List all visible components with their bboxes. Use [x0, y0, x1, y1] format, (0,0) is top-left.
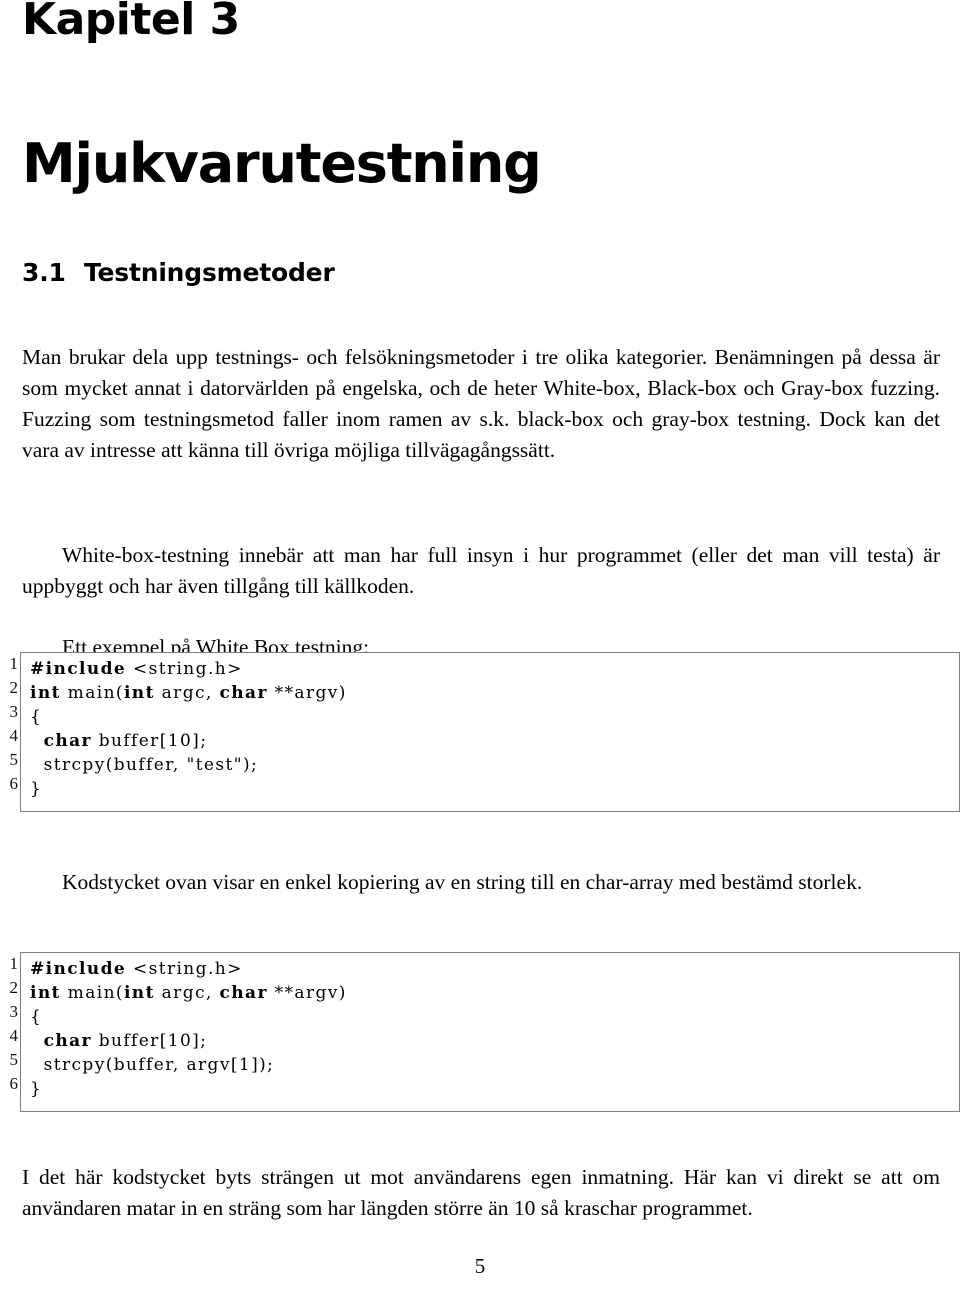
code-line-number: 2 — [9, 678, 19, 697]
code-line: { — [30, 1007, 43, 1027]
code-block: #include <string.h> int main(int argc, ch… — [20, 652, 960, 812]
code-line-number: 2 — [9, 978, 19, 997]
code-line: #include <string.h> — [30, 659, 243, 679]
code-line-number: 6 — [9, 774, 19, 793]
code-line-number: 1 — [9, 654, 19, 673]
code-line: strcpy(buffer, "test"); — [30, 755, 259, 775]
code-line: } — [30, 1079, 43, 1099]
section-title: Testningsmetoder — [84, 258, 335, 287]
code-line: int main(int argc, char **argv) — [30, 683, 347, 703]
code-line-number: 1 — [9, 954, 19, 973]
code-line: int main(int argc, char **argv) — [30, 983, 347, 1003]
code-line-number: 3 — [9, 1002, 19, 1021]
paragraph-crash-explanation: I det här kodstycket byts strängen ut mo… — [22, 1164, 940, 1220]
code-line: strcpy(buffer, argv[1]); — [30, 1055, 275, 1075]
chapter-title: Mjukvarutestning — [22, 132, 542, 196]
code-line: char buffer[10]; — [43, 731, 208, 751]
code-line: { — [30, 707, 43, 727]
code-listing-1: 1 2 3 4 5 6 #include <string.h> int main(int a… — [0, 652, 960, 812]
paragraph-testing-methods: Man brukar dela upp testnings- och felsö… — [22, 344, 940, 462]
document-page: Kapitel 3 Mjukvarutestning 3.1 Testningsm… — [0, 0, 960, 1298]
code-line-number: 4 — [9, 726, 19, 745]
code-line-number: 3 — [9, 702, 19, 721]
line-number-gutter: 1 2 3 4 5 6 — [0, 652, 20, 812]
code-line: } — [30, 779, 43, 799]
code-line: char buffer[10]; — [43, 1031, 208, 1051]
code-line-number: 5 — [9, 750, 19, 769]
chapter-label: Kapitel 3 — [22, 0, 240, 45]
code-line-number: 4 — [9, 1026, 19, 1045]
paragraph-white-box-definition: White-box-testning innebär att man har f… — [22, 542, 940, 598]
paragraph-kodstycket-explanation: Kodstycket ovan visar en enkel kopiering… — [62, 869, 863, 894]
section-number: 3.1 — [22, 258, 66, 287]
code-line-number: 6 — [9, 1074, 19, 1093]
code-line-number: 5 — [9, 1050, 19, 1069]
page-number: 5 — [474, 1254, 486, 1278]
section-heading: 3.1 Testningsmetoder — [22, 258, 335, 287]
code-line: #include <string.h> — [30, 959, 243, 979]
code-listing-2: 1 2 3 4 5 6 #include <string.h> int main(int a… — [0, 952, 960, 1112]
line-number-gutter: 1 2 3 4 5 6 — [0, 952, 20, 1112]
code-block: #include <string.h> int main(int argc, ch… — [20, 952, 960, 1112]
